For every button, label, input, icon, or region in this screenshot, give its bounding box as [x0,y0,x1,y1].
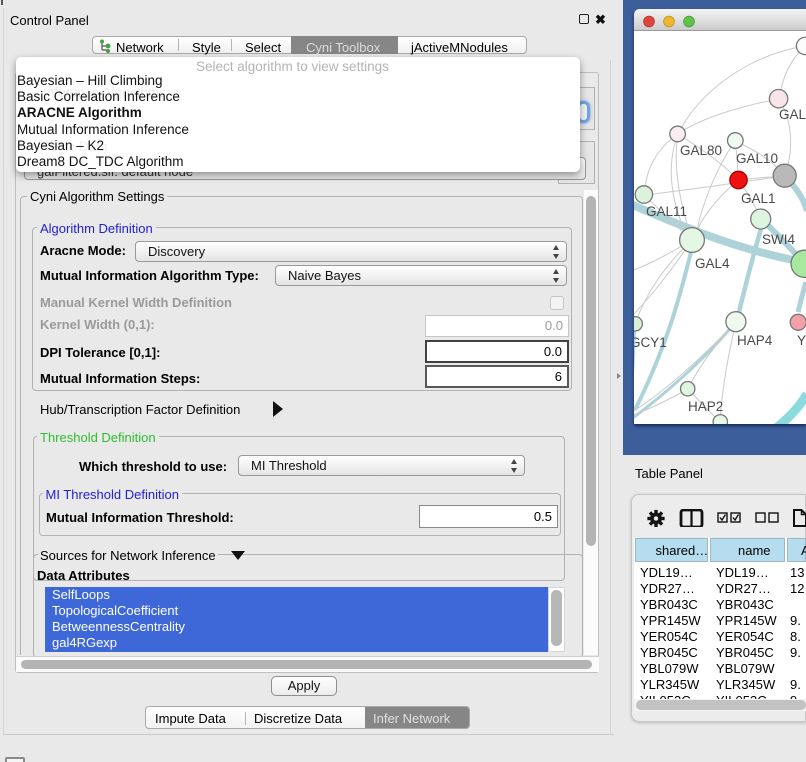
svg-text:Y: Y [797,333,806,348]
svg-text:GAL1: GAL1 [741,191,776,206]
svg-text:GAL4: GAL4 [695,256,730,271]
svg-text:GAL11: GAL11 [646,204,687,219]
svg-text:HAP4: HAP4 [737,333,773,348]
svg-text:GAL2: GAL2 [779,107,806,122]
svg-text:GAL10: GAL10 [736,151,778,166]
svg-text:SWI4: SWI4 [762,232,795,247]
svg-text:HAP2: HAP2 [688,399,723,414]
svg-text:GCY1: GCY1 [634,335,667,350]
svg-text:GAL80: GAL80 [680,143,722,158]
